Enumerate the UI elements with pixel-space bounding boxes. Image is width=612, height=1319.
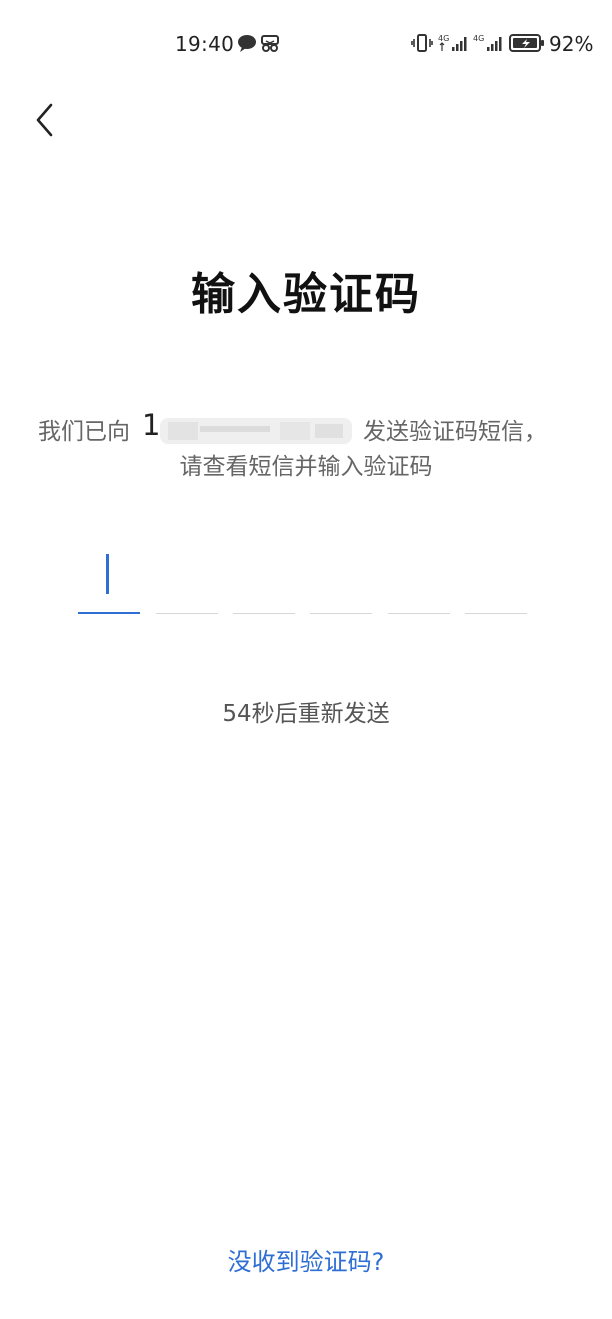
phone-number-mask <box>160 412 352 448</box>
svg-text:4G: 4G <box>438 34 449 43</box>
description-line-1: 我们已向 1 发送验证码短信， <box>0 408 612 448</box>
status-bar: 19:40 4G 4G 92% <box>0 0 612 90</box>
code-digit-box[interactable] <box>78 548 140 614</box>
text-caret <box>106 554 109 594</box>
status-time: 19:40 <box>175 32 235 56</box>
code-digit-box[interactable] <box>388 548 450 614</box>
svg-text:4G: 4G <box>473 34 484 43</box>
battery-percent: 92% <box>549 32 594 56</box>
signal-4g-icon: 4G <box>438 33 470 57</box>
chevron-left-icon <box>33 102 55 142</box>
verification-code-input[interactable] <box>78 548 528 618</box>
signal-4g-icon: 4G <box>473 33 505 57</box>
code-digit-box[interactable] <box>310 548 372 614</box>
message-icon <box>237 33 257 57</box>
description-prefix: 我们已向 <box>38 419 130 445</box>
description-line-2: 请查看短信并输入验证码 <box>179 454 433 480</box>
resend-countdown: 54秒后重新发送 <box>222 701 390 727</box>
scissors-icon <box>260 33 280 57</box>
code-digit-box[interactable] <box>465 548 527 614</box>
no-code-received-link[interactable]: 没收到验证码? <box>0 1242 612 1277</box>
code-digit-box[interactable] <box>233 548 295 614</box>
page-title: 输入验证码 <box>191 269 421 320</box>
back-button[interactable] <box>22 100 66 144</box>
code-digit-box[interactable] <box>156 548 218 614</box>
phone-number-visible: 1 <box>142 408 161 442</box>
battery-icon <box>509 33 545 57</box>
vibrate-icon <box>411 33 433 57</box>
description-suffix: 发送验证码短信， <box>363 419 547 445</box>
